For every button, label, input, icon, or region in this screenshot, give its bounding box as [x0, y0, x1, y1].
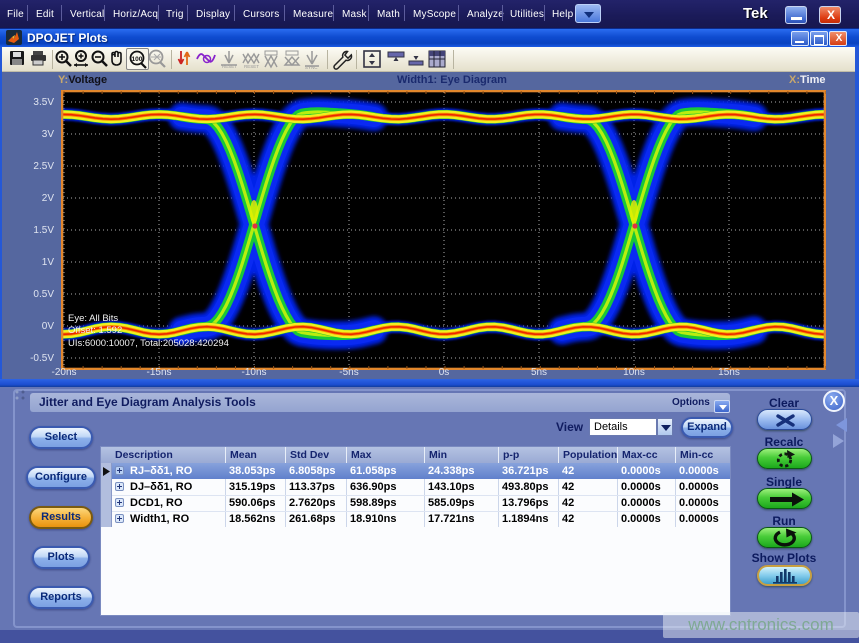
- svg-text:Eye: All Bits: Eye: All Bits: [68, 313, 118, 324]
- svg-text:100: 100: [132, 56, 143, 63]
- svg-text:SYNC: SYNC: [305, 65, 318, 69]
- svg-text:RESET: RESET: [222, 64, 237, 69]
- svg-text:UIs:6000:10007, Total:205028:4: UIs:6000:10007, Total:205028:420294: [68, 338, 229, 349]
- svg-text:Offset: 1.592: Offset: 1.592: [68, 325, 122, 336]
- svg-text:RESET: RESET: [244, 64, 259, 69]
